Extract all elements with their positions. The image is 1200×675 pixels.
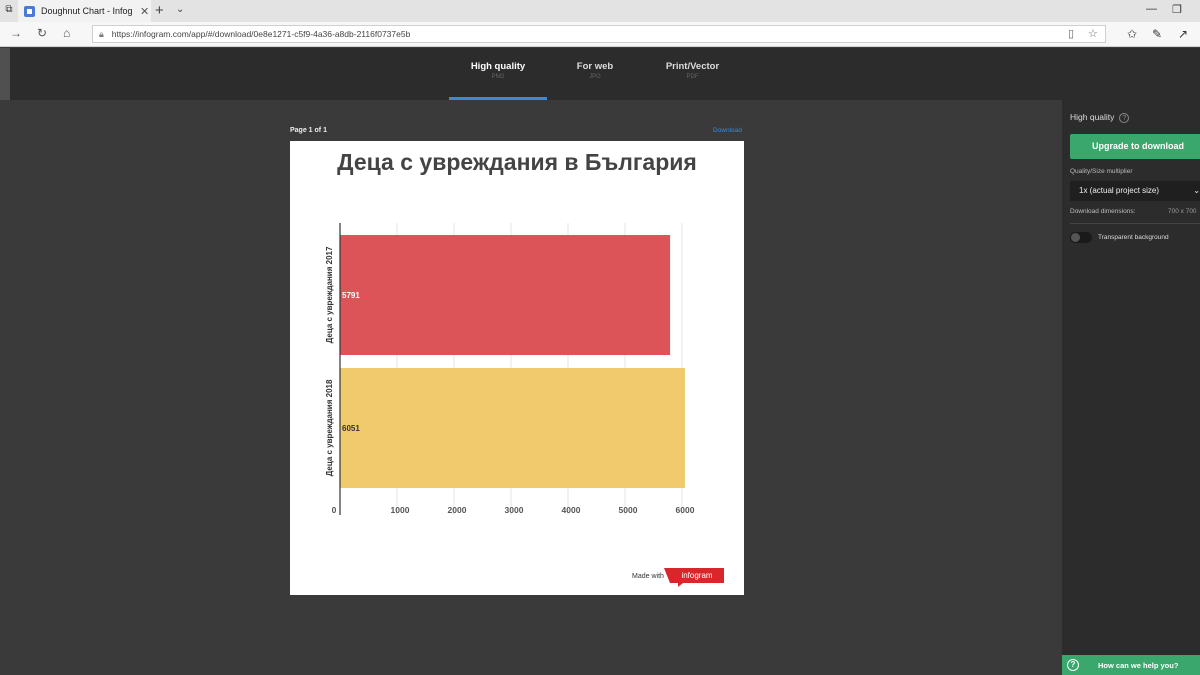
help-bar-text: How can we help you? <box>1098 660 1179 670</box>
tab-sub: PNG <box>491 74 505 80</box>
bar-data-label: 6051 <box>342 424 360 433</box>
lock-icon: 🔒︎ <box>99 28 104 39</box>
logo-tail <box>678 583 683 587</box>
x-tick-label: 2000 <box>448 505 467 515</box>
dimensions-value: 700 x 700 <box>1168 208 1197 215</box>
new-tab-icon[interactable]: + <box>155 2 164 20</box>
tab-preview-icon[interactable]: ⧉ <box>2 3 16 17</box>
chart-page: Деца с увреждания в България 0 1000 2000 30… <box>290 141 744 595</box>
x-tick-label: 0 <box>332 505 337 515</box>
url-field[interactable]: 🔒︎ https://infogram.com/app/#/download/0… <box>92 25 1106 43</box>
help-question-icon[interactable]: ? <box>1119 113 1130 123</box>
address-bar-row: → ↻ ⌂ 🔒︎ https://infogram.com/app/#/down… <box>0 22 1200 47</box>
reading-view-icon[interactable]: ▯ <box>1068 27 1074 40</box>
category-label: Деца с увреждания 2017 <box>325 246 334 343</box>
tab-label: High quality <box>470 61 526 72</box>
category-label: Деца с увреждания 2018 <box>325 379 334 476</box>
chevron-down-icon[interactable]: ⌄ <box>176 4 184 15</box>
quality-select-value: 1x (actual project size) <box>1079 186 1160 195</box>
share-icon[interactable]: ↗ <box>1178 27 1188 41</box>
close-tab-icon[interactable]: ✕ <box>140 5 149 18</box>
back-arrow-icon[interactable]: → <box>10 26 22 40</box>
favorite-star-icon[interactable]: ☆ <box>1088 27 1098 40</box>
dimensions-label: Download dimensions: <box>1070 208 1136 215</box>
transparent-label: Transparent background <box>1098 234 1169 241</box>
restore-icon[interactable]: ❐ <box>1172 3 1182 16</box>
tab-title: Doughnut Chart - Infog <box>41 6 133 16</box>
infogram-favicon-icon <box>24 5 35 17</box>
bar <box>340 235 671 355</box>
help-question-icon: ? <box>1067 659 1079 671</box>
made-with-label: Made with <box>632 573 664 580</box>
bar <box>340 368 685 488</box>
upgrade-button[interactable]: Upgrade to download <box>1070 134 1200 159</box>
tab-sub: PDF <box>686 74 699 80</box>
infogram-logo-text: infogram <box>681 571 713 580</box>
download-link[interactable]: Download <box>713 127 742 134</box>
pen-icon[interactable]: ✎ <box>1152 27 1162 41</box>
help-chat-bar[interactable]: ? How can we help you? <box>1062 655 1200 675</box>
browser-tab[interactable]: Doughnut Chart - Infog ✕ <box>18 0 151 22</box>
x-tick-label: 3000 <box>505 505 524 515</box>
favorites-icon[interactable]: ✩ <box>1127 27 1137 41</box>
minimize-icon[interactable]: — <box>1146 3 1157 15</box>
x-tick-label: 5000 <box>619 505 638 515</box>
transparent-toggle[interactable] <box>1070 232 1092 243</box>
settings-panel: High quality? Upgrade to download Qualit… <box>1062 100 1200 675</box>
quality-label: Quality/Size multiplier <box>1070 168 1133 175</box>
format-header: High quality PNG For web JPG Print/Vecto… <box>0 48 1200 100</box>
tab-sub: JPG <box>589 74 601 80</box>
url-text: https://infogram.com/app/#/download/0e8e… <box>111 29 411 39</box>
x-tick-label: 6000 <box>676 505 695 515</box>
home-icon[interactable]: ⌂ <box>63 26 70 40</box>
active-tab-underline <box>449 97 547 100</box>
tab-label: For web <box>576 61 614 72</box>
toggle-knob <box>1071 233 1080 242</box>
x-tick-label: 4000 <box>562 505 581 515</box>
header-left-strip <box>0 48 10 100</box>
page-indicator: Page 1 of 1 <box>290 127 327 134</box>
refresh-icon[interactable]: ↻ <box>37 26 47 40</box>
panel-title-text: High quality <box>1070 112 1115 122</box>
panel-divider <box>1070 223 1200 224</box>
panel-title: High quality? <box>1070 112 1130 123</box>
quality-select[interactable]: 1x (actual project size) ⌄ <box>1070 181 1200 201</box>
chevron-down-icon: ⌄ <box>1193 186 1200 195</box>
tab-print-vector[interactable]: Print/Vector PDF <box>655 48 730 100</box>
x-tick-label: 1000 <box>391 505 410 515</box>
bar-chart: 0 1000 2000 3000 4000 5000 6000 5791 Деца с увре… <box>325 223 695 515</box>
tab-for-web[interactable]: For web JPG <box>560 48 630 100</box>
infogram-logo[interactable]: infogram <box>664 568 724 587</box>
bar-data-label: 5791 <box>342 291 360 300</box>
tab-high-quality[interactable]: High quality PNG <box>449 48 547 100</box>
tab-label: Print/Vector <box>665 61 720 72</box>
browser-tab-bar: ⧉ Doughnut Chart - Infog ✕ + ⌄ — ❐ <box>0 0 1200 22</box>
